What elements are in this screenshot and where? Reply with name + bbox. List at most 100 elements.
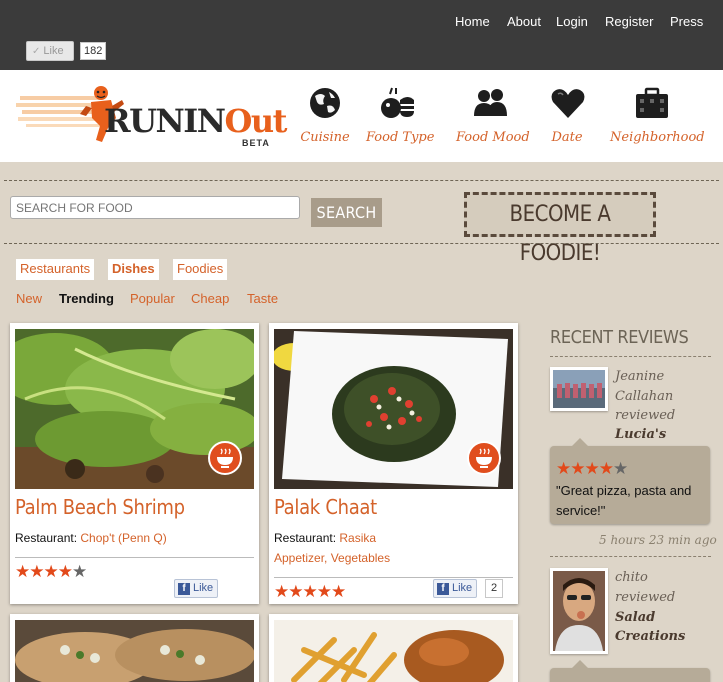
search-button[interactable]: SEARCH [311,198,382,227]
divider [550,556,711,557]
dish-restaurant: Restaurant: Chop't (Penn Q) [15,531,167,545]
heart-icon [551,89,585,118]
reviewed-label: reviewed [615,408,676,423]
sort-popular[interactable]: Popular [130,291,175,306]
reviewer-avatar[interactable] [550,568,608,654]
nav-food-mood-label: Food Mood [456,130,530,145]
review-quote: "Great pizza, pasta and service!" [556,483,692,518]
like-label: Like [452,582,473,594]
reviewer-last-name: Callahan [615,388,674,404]
sort-taste[interactable]: Taste [247,291,278,306]
star-filled-icon: ★ [556,459,571,478]
tab-restaurants[interactable]: Restaurants [16,259,95,280]
reviewer-avatar[interactable] [550,367,608,411]
nav-link-press[interactable]: Press [670,14,703,29]
tag-link[interactable]: Appetizer [274,551,324,565]
star-filled-icon: ★ [43,562,59,581]
globe-icon [310,88,340,118]
nav-cuisine-label: Cuisine [300,130,350,145]
fries-image [274,620,513,682]
dish-title[interactable]: Palm Beach Shrimp [15,495,185,519]
star-filled-icon: ★ [316,582,332,601]
star-filled-icon: ★ [584,459,600,478]
nav-link-about[interactable]: About [507,14,541,29]
facebook-like-button[interactable]: ✓ Like [26,41,74,61]
people-icon [474,89,507,116]
reviewed-place[interactable]: Lucia's [615,427,666,442]
dish-card[interactable] [269,614,518,682]
tab-foodies[interactable]: Foodies [173,259,228,280]
reviewer-photo-image [553,571,605,651]
reviewer-name[interactable]: chito reviewed [615,568,675,607]
dish-photo[interactable] [274,620,513,682]
reviewed-label: reviewed [615,589,676,605]
star-empty-icon: ★ [613,459,628,478]
nav-link-home[interactable]: Home [455,14,490,29]
dish-card[interactable] [10,614,259,682]
logo-wordmark: RUNINOut [104,102,287,140]
reviewed-place[interactable]: Salad Creations [615,608,715,646]
review-bubble: ★★★★★ "Great pizza, pasta and service!" [550,438,710,524]
bowl-icon [476,448,492,468]
nav-link-login[interactable]: Login [556,14,588,29]
restaurant-link[interactable]: Chop't (Penn Q) [80,531,166,545]
rating-stars: ★★★★★ [556,459,628,478]
facebook-like-button[interactable]: f Like [174,579,219,598]
nav-neighborhood-label: Neighborhood [610,130,705,145]
city-icon [636,87,668,118]
bowl-icon [217,448,233,468]
reviewer-name[interactable]: Jeanine Callahan reviewed [615,367,675,426]
rating-stars: ★★★★★ [15,562,87,581]
dish-card[interactable]: Palm Beach Shrimp Restaurant: Chop't (Pe… [10,323,259,604]
like-label: Like [193,582,214,594]
star-filled-icon: ★ [598,459,614,478]
nav-cuisine[interactable]: Cuisine [295,86,355,145]
divider [274,577,513,578]
star-filled-icon: ★ [274,582,289,601]
nav-food-mood[interactable]: Food Mood [456,86,530,145]
dish-tags: Appetizer, Vegetables [274,551,390,565]
tab-dishes[interactable]: Dishes [108,259,159,280]
dish-card[interactable]: Palak Chaat Restaurant: Rasika Appetizer… [269,323,518,604]
tag-separator: , [324,551,331,565]
group-photo-image [553,370,605,408]
restaurant-label: Restaurant: [274,531,337,545]
star-filled-icon: ★ [288,582,303,601]
facebook-icon: f [178,583,190,595]
facebook-like-label: Like [43,45,64,57]
reviewer-first-name: chito [615,570,648,585]
bubble-tip [572,438,588,446]
nav-food-type[interactable]: Food Type [366,86,434,145]
divider [15,557,254,558]
dish-photo[interactable] [15,620,254,682]
like-count: 2 [485,579,504,598]
top-bar: Home About Login Register Press ✓ Like 18… [0,0,723,70]
dish-title[interactable]: Palak Chaat [274,495,377,519]
divider [4,243,719,244]
dish-category-icon [208,441,242,475]
nav-date[interactable]: Date [550,86,585,145]
food-type-icon [381,87,414,118]
dish-restaurant: Restaurant: Rasika [274,531,376,545]
review-timestamp: 5 hours 23 min ago [599,533,717,547]
check-icon: ✓ [32,46,41,57]
search-input[interactable] [10,196,300,219]
tag-link[interactable]: Vegetables [331,551,390,565]
restaurant-link[interactable]: Rasika [339,531,376,545]
sort-trending[interactable]: Trending [59,291,114,306]
nav-neighborhood[interactable]: Neighborhood [610,86,705,145]
become-foodie-button[interactable]: BECOME A FOODIE! [464,192,656,266]
star-empty-icon: ★ [72,562,87,581]
nav-link-register[interactable]: Register [605,14,653,29]
site-logo[interactable]: RUNINOut BETA [16,84,287,150]
sort-cheap[interactable]: Cheap [191,291,229,306]
logo-text-run: RUNIN [104,102,226,140]
divider [4,180,719,181]
facebook-like-button[interactable]: f Like [433,579,478,598]
reviewer-first-name: Jeanine [615,369,665,384]
logo-beta-badge: BETA [242,138,270,148]
sort-new[interactable]: New [16,291,42,306]
star-filled-icon: ★ [57,562,73,581]
star-filled-icon: ★ [302,582,318,601]
facebook-like-count: 182 [80,42,107,60]
